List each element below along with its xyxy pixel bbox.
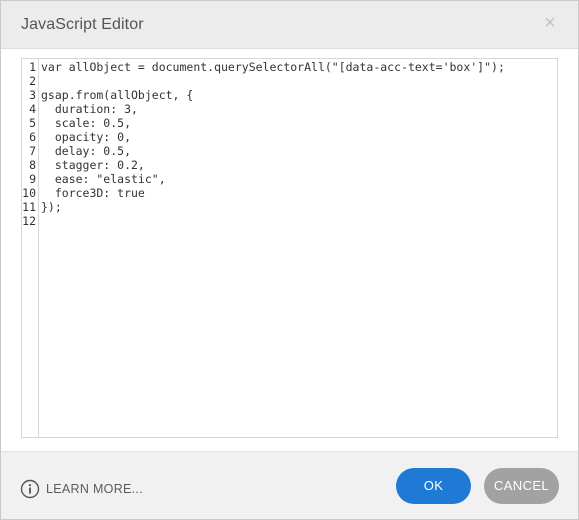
line-number: 12 bbox=[22, 214, 36, 228]
code-line: stagger: 0.2, bbox=[41, 158, 145, 172]
cancel-button[interactable]: CANCEL bbox=[484, 468, 559, 504]
dialog-body: 1 2 3 4 5 6 7 8 9 10 11 12 var allObject = document… bbox=[1, 49, 578, 451]
line-number: 6 bbox=[29, 130, 36, 144]
ok-button[interactable]: OK bbox=[396, 468, 471, 504]
line-number: 7 bbox=[29, 144, 36, 158]
line-number: 3 bbox=[29, 88, 36, 102]
line-number: 5 bbox=[29, 116, 36, 130]
javascript-editor-dialog: JavaScript Editor × 1 2 3 4 5 6 7 8 9 10 11 12 var … bbox=[0, 0, 579, 520]
code-editor[interactable]: 1 2 3 4 5 6 7 8 9 10 11 12 var allObject = document… bbox=[21, 58, 558, 438]
code-line: force3D: true bbox=[41, 186, 145, 200]
dialog-title: JavaScript Editor bbox=[21, 16, 144, 33]
info-icon bbox=[20, 479, 40, 499]
code-area[interactable]: var allObject = document.querySelectorAl… bbox=[41, 59, 557, 437]
code-line: delay: 0.5, bbox=[41, 144, 132, 158]
learn-more-link[interactable]: LEARN MORE... bbox=[20, 479, 143, 499]
close-icon[interactable]: × bbox=[540, 11, 560, 35]
line-number: 10 bbox=[22, 186, 36, 200]
line-number: 9 bbox=[29, 172, 36, 186]
line-number: 4 bbox=[29, 102, 36, 116]
code-line: }); bbox=[41, 200, 62, 214]
code-line: gsap.from(allObject, { bbox=[41, 88, 194, 102]
line-number-gutter: 1 2 3 4 5 6 7 8 9 10 11 12 bbox=[22, 59, 39, 437]
code-line: var allObject = document.querySelectorAl… bbox=[41, 60, 505, 74]
learn-more-label: LEARN MORE... bbox=[46, 482, 143, 496]
code-line: opacity: 0, bbox=[41, 130, 132, 144]
line-number: 1 bbox=[29, 60, 36, 74]
dialog-titlebar: JavaScript Editor × bbox=[1, 1, 578, 49]
line-number: 8 bbox=[29, 158, 36, 172]
code-line: scale: 0.5, bbox=[41, 116, 132, 130]
dialog-footer: LEARN MORE... OK CANCEL bbox=[1, 451, 578, 519]
line-number: 2 bbox=[29, 74, 36, 88]
code-line: duration: 3, bbox=[41, 102, 138, 116]
line-number: 11 bbox=[22, 200, 36, 214]
code-line: ease: "elastic", bbox=[41, 172, 166, 186]
